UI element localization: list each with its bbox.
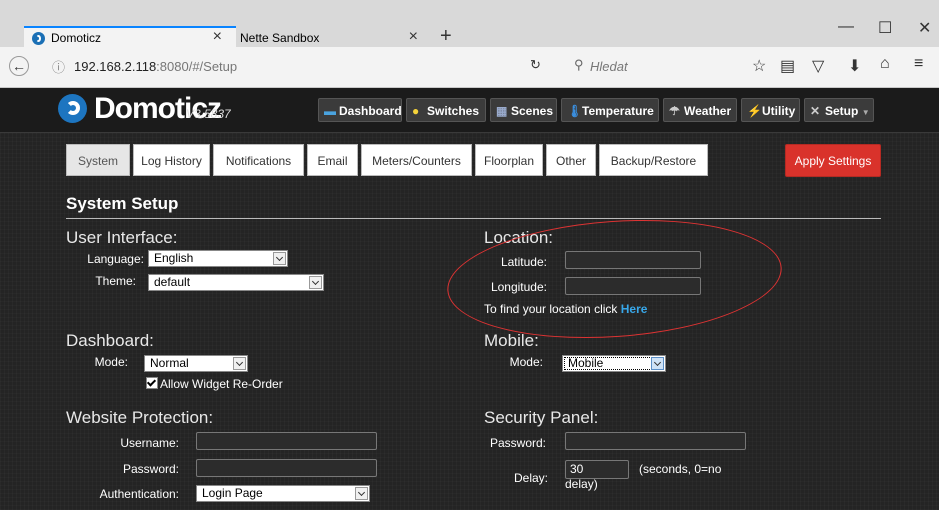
tab-notifications[interactable]: Notifications xyxy=(213,144,304,176)
menu-label: Setup xyxy=(825,104,859,118)
theme-value: default xyxy=(154,275,191,289)
dashboard-icon: ▬ xyxy=(324,104,336,118)
language-value: English xyxy=(154,251,194,265)
tab-meters-counters[interactable]: Meters/Counters xyxy=(361,144,472,176)
reload-icon[interactable]: ↻ xyxy=(530,57,541,73)
url-text: 192.168.2.118:8080/#/Setup xyxy=(74,59,237,74)
delay-label: Delay: xyxy=(513,471,548,485)
tab-close-icon[interactable]: × xyxy=(213,28,222,46)
reading-list-icon[interactable]: ▤ xyxy=(780,56,795,76)
mobile-mode-value: Mobile xyxy=(568,356,604,370)
domoticz-favicon-icon xyxy=(32,32,45,45)
tools-icon: ✕ xyxy=(810,104,821,118)
page-title: System Setup xyxy=(66,194,179,213)
url-bar[interactable]: ⓘ 192.168.2.118:8080/#/Setup ↻ xyxy=(47,55,547,77)
language-label: Language: xyxy=(87,252,144,266)
chevron-down-icon xyxy=(309,276,322,289)
apply-settings-button[interactable]: Apply Settings xyxy=(785,144,881,177)
close-window-icon[interactable]: ✕ xyxy=(918,18,931,38)
menu-dashboard[interactable]: ▬ Dashboard xyxy=(318,98,402,122)
tab-nette-sandbox[interactable]: Nette Sandbox × xyxy=(236,28,432,45)
password-label: Password: xyxy=(122,462,179,476)
menu-icon[interactable]: ≡ xyxy=(914,55,923,73)
authentication-value: Login Page xyxy=(202,486,263,500)
chevron-down-icon: ▼ xyxy=(861,108,870,117)
dashboard-heading: Dashboard: xyxy=(66,331,154,350)
info-icon[interactable]: ⓘ xyxy=(52,57,65,76)
theme-select[interactable]: default xyxy=(148,274,324,291)
menu-weather[interactable]: ☂ Weather xyxy=(663,98,737,122)
url-path: :8080/#/Setup xyxy=(156,59,238,74)
utility-icon: ⚡ xyxy=(747,104,762,118)
menu-scenes[interactable]: ▦ Scenes xyxy=(490,98,557,122)
security-password-label: Password: xyxy=(489,436,546,450)
domoticz-logo-icon xyxy=(58,94,87,123)
authentication-select[interactable]: Login Page xyxy=(196,485,370,502)
app-header: Domoticz V3.5837 ▬ Dashboard ● Switches ▦ S… xyxy=(0,88,939,133)
pocket-icon[interactable]: ▽ xyxy=(812,56,824,76)
tab-title: Domoticz xyxy=(51,31,102,45)
search-icon: ⚲ xyxy=(574,57,584,72)
website-protection-heading: Website Protection: xyxy=(66,408,214,427)
menu-setup[interactable]: ✕ Setup ▼ xyxy=(804,98,874,122)
password-input[interactable] xyxy=(196,459,377,477)
widget-reorder-label: Allow Widget Re-Order xyxy=(160,377,283,391)
maximize-icon[interactable]: ☐ xyxy=(878,18,892,38)
browser-tab-bar: Domoticz × Nette Sandbox × + — ☐ ✕ xyxy=(0,0,939,49)
bookmark-star-icon[interactable]: ☆ xyxy=(752,56,766,76)
language-select[interactable]: English xyxy=(148,250,288,267)
menu-label: Temperature xyxy=(582,104,654,118)
browser-nav-bar: ← ⓘ 192.168.2.118:8080/#/Setup ↻ ⚲ Hleda… xyxy=(0,47,939,88)
user-interface-heading: User Interface: xyxy=(66,228,178,247)
home-icon[interactable]: ⌂ xyxy=(880,55,890,73)
search-placeholder: Hledat xyxy=(590,59,628,74)
dashboard-mode-select[interactable]: Normal xyxy=(144,355,248,372)
scenes-icon: ▦ xyxy=(496,104,508,118)
menu-label: Switches xyxy=(427,104,480,118)
new-tab-icon[interactable]: + xyxy=(440,25,452,48)
chevron-down-icon xyxy=(355,487,368,500)
security-panel-heading: Security Panel: xyxy=(484,408,599,427)
menu-temperature[interactable]: 🌡 Temperature xyxy=(561,98,659,122)
mobile-mode-select[interactable]: Mobile xyxy=(562,355,666,372)
menu-label: Weather xyxy=(684,104,732,118)
thermometer-icon: 🌡 xyxy=(567,104,583,118)
search-bar[interactable]: ⚲ Hledat xyxy=(570,55,730,77)
menu-label: Utility xyxy=(762,104,796,118)
chevron-down-icon xyxy=(233,357,246,370)
back-arrow-icon[interactable]: ← xyxy=(9,56,29,76)
version: V3.5837 xyxy=(186,107,231,121)
widget-reorder-checkbox[interactable] xyxy=(146,377,158,389)
menu-label: Scenes xyxy=(511,104,554,118)
url-host: 192.168.2.118 xyxy=(74,59,157,74)
weather-icon: ☂ xyxy=(669,104,680,118)
tab-email[interactable]: Email xyxy=(307,144,358,176)
tab-floorplan[interactable]: Floorplan xyxy=(475,144,543,176)
username-label: Username: xyxy=(120,436,179,450)
chevron-down-icon xyxy=(651,357,664,370)
tab-domoticz[interactable]: Domoticz × xyxy=(24,26,236,49)
tab-log-history[interactable]: Log History xyxy=(133,144,210,176)
security-password-input[interactable] xyxy=(565,432,746,450)
theme-label: Theme: xyxy=(95,274,136,288)
dashboard-mode-value: Normal xyxy=(150,356,189,370)
tab-other[interactable]: Other xyxy=(546,144,596,176)
tab-backup-restore[interactable]: Backup/Restore xyxy=(599,144,708,176)
tab-title: Nette Sandbox xyxy=(240,31,320,45)
mobile-mode-label: Mode: xyxy=(509,355,543,369)
tab-close-icon[interactable]: × xyxy=(409,28,418,46)
menu-utility[interactable]: ⚡ Utility xyxy=(741,98,800,122)
menu-label: Dashboard xyxy=(339,104,402,118)
chevron-down-icon xyxy=(273,252,286,265)
divider xyxy=(66,218,881,219)
username-input[interactable] xyxy=(196,432,377,450)
authentication-label: Authentication: xyxy=(99,487,179,501)
minimize-icon[interactable]: — xyxy=(838,18,854,36)
download-icon[interactable]: ⬇ xyxy=(848,56,861,76)
menu-switches[interactable]: ● Switches xyxy=(406,98,486,122)
lightbulb-icon: ● xyxy=(412,104,420,118)
dashboard-mode-label: Mode: xyxy=(94,355,128,369)
tab-system[interactable]: System xyxy=(66,144,130,176)
delay-hint: (seconds, 0=no delay) xyxy=(565,462,722,491)
